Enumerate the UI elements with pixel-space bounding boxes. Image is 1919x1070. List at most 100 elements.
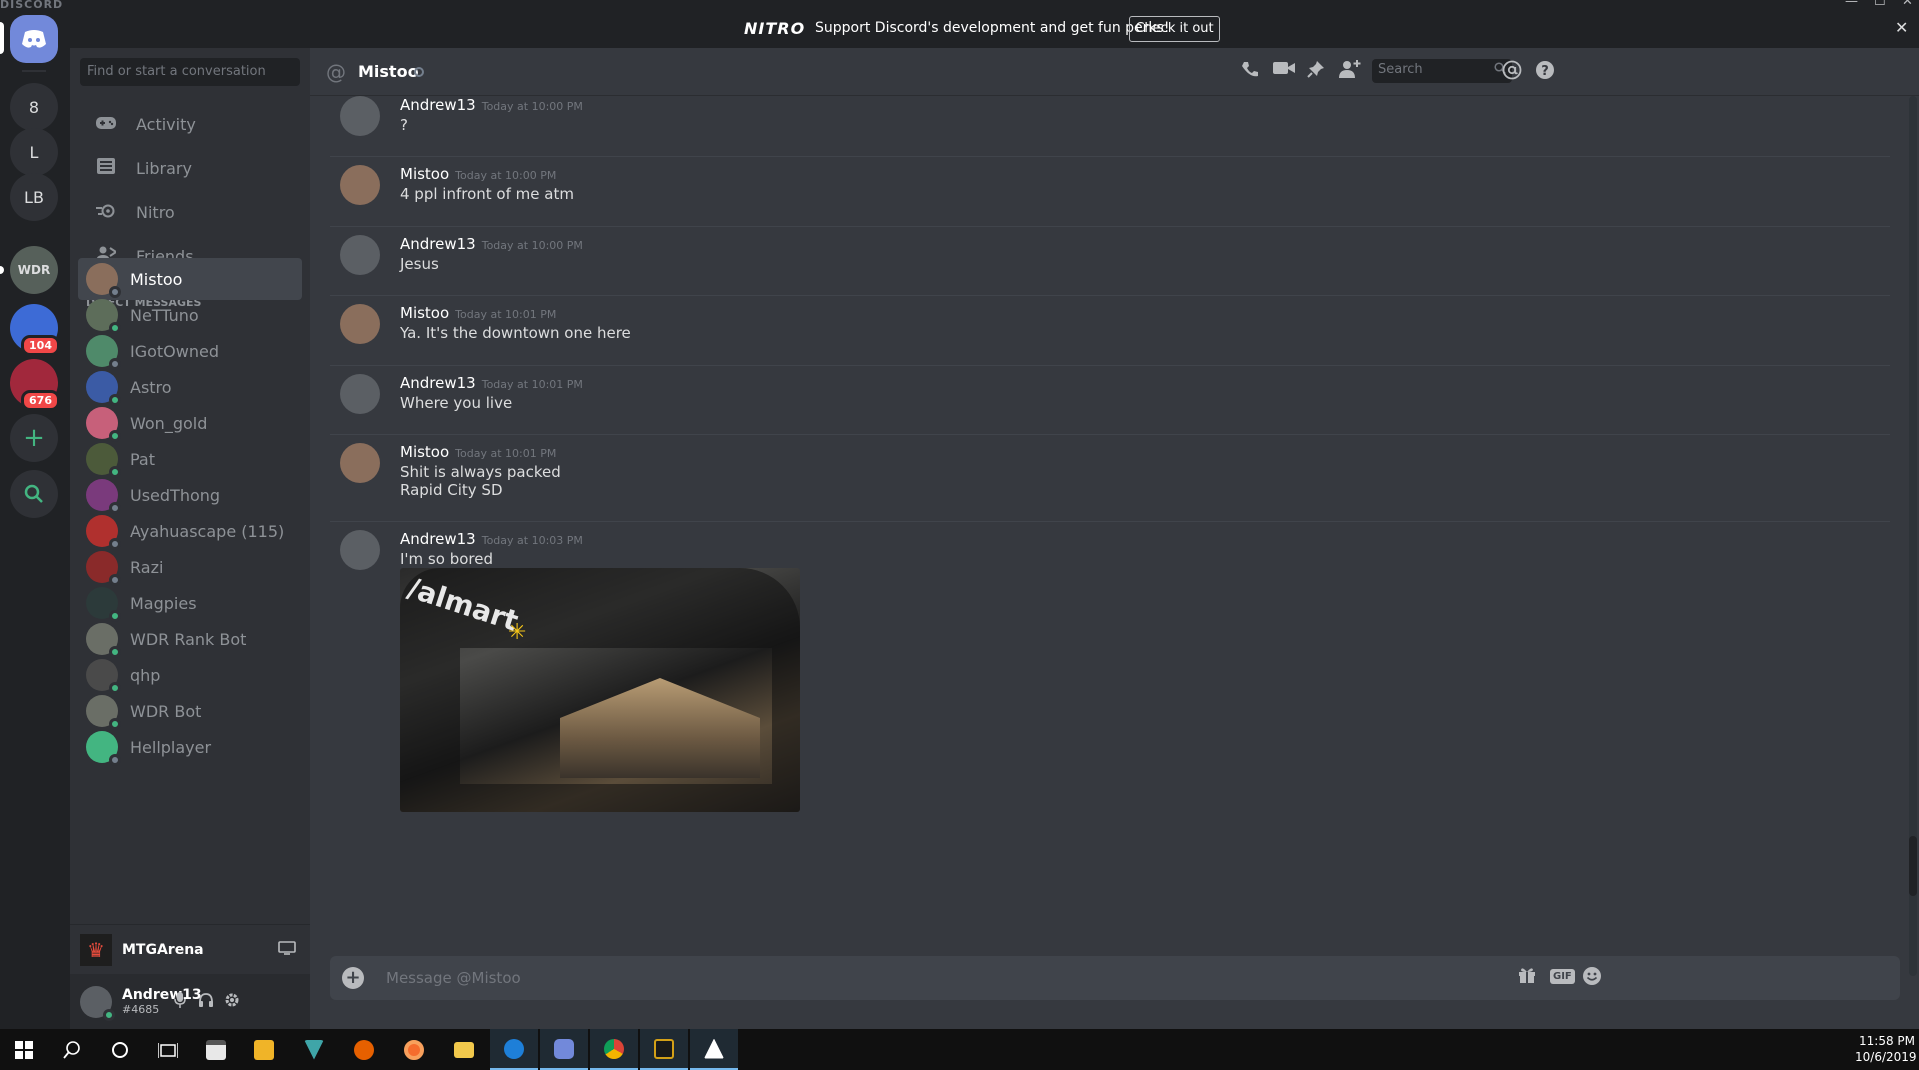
taskbar-app-yellow[interactable] (240, 1029, 288, 1070)
avatar (86, 263, 121, 298)
app-icon (304, 1039, 324, 1060)
task-view-button[interactable] (144, 1029, 192, 1070)
minimize-button[interactable]: — (1845, 0, 1858, 9)
message-input-placeholder[interactable]: Message @Mistoo (386, 969, 521, 987)
call-icon[interactable] (1240, 60, 1260, 85)
avatar[interactable] (340, 165, 380, 205)
taskbar-app-teal[interactable] (290, 1029, 338, 1070)
message-author[interactable]: Andrew13 Today at 10:01 PM (400, 374, 583, 392)
message-author[interactable]: Andrew13 Today at 10:00 PM (400, 235, 583, 253)
explore-servers-button[interactable] (10, 470, 58, 518)
avatar (86, 299, 121, 334)
window-close-button[interactable]: ✕ (1902, 0, 1913, 9)
nav-activity[interactable]: Activity (78, 103, 302, 145)
author-name[interactable]: Mistoo (400, 304, 449, 322)
video-call-icon[interactable] (1273, 60, 1295, 81)
start-button[interactable] (0, 1029, 48, 1070)
taskbar-firefox[interactable] (340, 1029, 388, 1070)
author-name[interactable]: Mistoo (400, 443, 449, 461)
message-author[interactable]: Mistoo Today at 10:01 PM (400, 443, 556, 461)
avatar[interactable] (340, 304, 380, 344)
library-icon (90, 157, 122, 179)
avatar[interactable] (340, 235, 380, 275)
gear-icon[interactable] (224, 992, 240, 1012)
server-l[interactable]: L (10, 128, 58, 176)
message-author[interactable]: Andrew13 Today at 10:00 PM (400, 96, 583, 114)
author-name[interactable]: Andrew13 (400, 374, 476, 392)
svg-text:?: ? (1541, 64, 1549, 79)
server-lb[interactable]: LB (10, 173, 58, 221)
avatar (86, 659, 121, 694)
avatar[interactable] (340, 374, 380, 414)
taskbar-rocket-league[interactable] (640, 1029, 688, 1070)
avatar (86, 407, 121, 442)
emoji-icon[interactable] (1582, 966, 1602, 991)
taskbar-origin[interactable] (390, 1029, 438, 1070)
headphones-icon[interactable] (198, 992, 214, 1012)
avatar (86, 371, 121, 406)
author-name[interactable]: Andrew13 (400, 235, 476, 253)
upload-plus-icon[interactable]: + (342, 967, 364, 989)
dm-name: IGotOwned (130, 341, 219, 361)
check-it-out-button[interactable]: Check it out (1129, 16, 1220, 42)
taskbar-edge[interactable] (490, 1029, 538, 1070)
server-wdr[interactable]: WDR (10, 246, 58, 294)
discord-app: DISCORD 8 L LB WDR 104 676 + NITRO Suppo… (0, 0, 1919, 1029)
maximize-button[interactable]: ☐ (1874, 0, 1886, 9)
taskbar-discord[interactable] (540, 1029, 588, 1070)
taskbar-store[interactable] (192, 1029, 240, 1070)
gif-button[interactable]: GIF (1550, 969, 1575, 984)
taskbar-search-button[interactable] (48, 1029, 96, 1070)
mentions-icon[interactable] (1502, 60, 1522, 85)
close-banner-button[interactable]: ✕ (1895, 18, 1908, 37)
message-scrollbar[interactable] (1909, 96, 1917, 976)
chat-search-input[interactable]: Search (1372, 59, 1512, 83)
find-conversation-input[interactable]: Find or start a conversation (80, 58, 300, 86)
avatar[interactable] (340, 443, 380, 483)
add-server-button[interactable]: + (10, 414, 58, 462)
scrollbar-thumb[interactable] (1909, 836, 1917, 896)
nav-nitro[interactable]: Nitro (78, 191, 302, 233)
message-timestamp: Today at 10:01 PM (481, 378, 583, 391)
taskbar-mtgarena[interactable] (690, 1029, 738, 1070)
message-list: Andrew13 Today at 10:00 PM? Mistoo Today at… (310, 96, 1907, 976)
dm-name: Ayahuascape (115) (130, 521, 285, 541)
avatar[interactable] (340, 530, 380, 570)
walmart-spark-icon: ✳ (508, 620, 527, 645)
server-red[interactable]: 676 (10, 359, 60, 411)
gift-icon[interactable] (1518, 966, 1536, 989)
avatar[interactable] (80, 985, 115, 1021)
author-name[interactable]: Andrew13 (400, 96, 476, 114)
message-timestamp: Today at 10:03 PM (481, 534, 583, 547)
microphone-icon[interactable] (174, 992, 186, 1012)
message-composer[interactable]: + Message @Mistoo GIF (330, 956, 1900, 1000)
taskbar-file-explorer[interactable] (440, 1029, 488, 1070)
dm-item[interactable]: Hellplayer (78, 726, 302, 768)
stream-monitor-icon[interactable] (278, 940, 296, 959)
avatar[interactable] (340, 96, 380, 136)
message-author[interactable]: Andrew13 Today at 10:03 PM (400, 530, 583, 548)
taskbar-chrome[interactable] (590, 1029, 638, 1070)
server-8[interactable]: 8 (10, 83, 58, 131)
system-clock[interactable]: 11:58 PM 10/6/2019 (1855, 1033, 1917, 1065)
message-text: Ya. It's the downtown one here (400, 324, 631, 342)
clock-time: 11:58 PM (1859, 1034, 1915, 1048)
server-label: WDR (17, 263, 51, 277)
cortana-button[interactable] (96, 1029, 144, 1070)
server-fortnite[interactable]: 104 (10, 304, 60, 356)
add-friend-icon[interactable] (1339, 60, 1361, 83)
message-author[interactable]: Mistoo Today at 10:00 PM (400, 165, 556, 183)
author-name[interactable]: Andrew13 (400, 530, 476, 548)
nav-library[interactable]: Library (78, 147, 302, 189)
image-attachment[interactable]: /almart ✳ (400, 568, 800, 812)
help-icon[interactable]: ? (1535, 60, 1555, 85)
home-button[interactable] (10, 15, 58, 63)
pin-icon[interactable] (1307, 60, 1325, 83)
message-author[interactable]: Mistoo Today at 10:01 PM (400, 304, 556, 322)
user-panel: Andrew13 #4685 (70, 974, 310, 1029)
nav-label: Nitro (136, 202, 175, 222)
mention-badge: 676 (21, 390, 60, 411)
at-sign-icon: @ (326, 60, 346, 84)
author-name[interactable]: Mistoo (400, 165, 449, 183)
message-text: Rapid City SD (400, 481, 503, 499)
